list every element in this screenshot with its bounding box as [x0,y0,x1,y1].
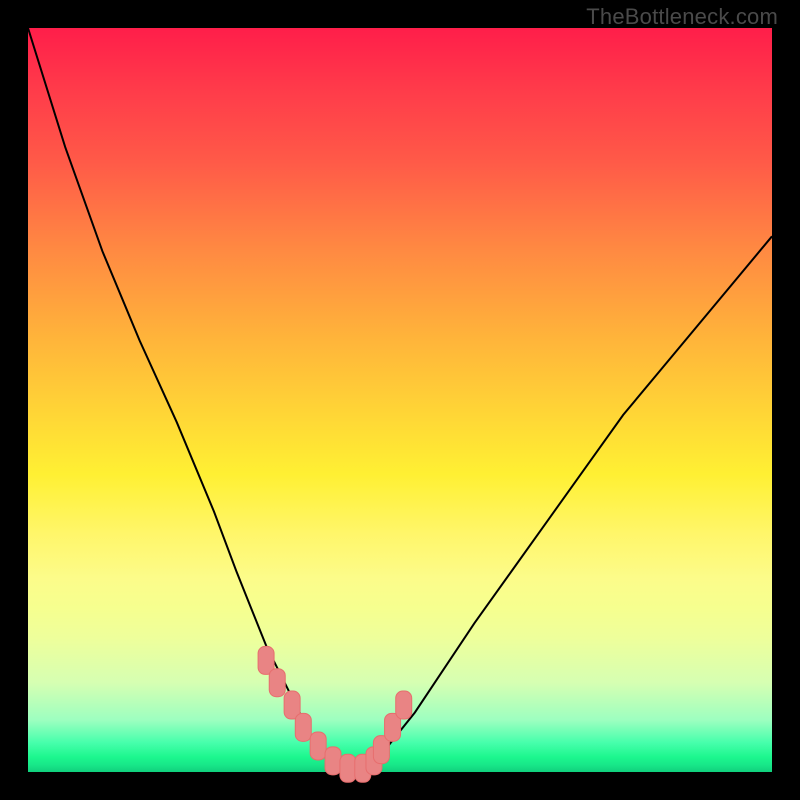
marker [295,713,311,741]
left-curve [28,28,340,772]
marker [325,747,341,775]
marker [340,754,356,782]
marker [396,691,412,719]
right-curve [363,236,772,772]
chart-frame: TheBottleneck.com [0,0,800,800]
marker-group [258,646,412,782]
plot-area [28,28,772,772]
watermark-text: TheBottleneck.com [586,4,778,30]
marker [310,732,326,760]
marker [269,669,285,697]
chart-svg [28,28,772,772]
